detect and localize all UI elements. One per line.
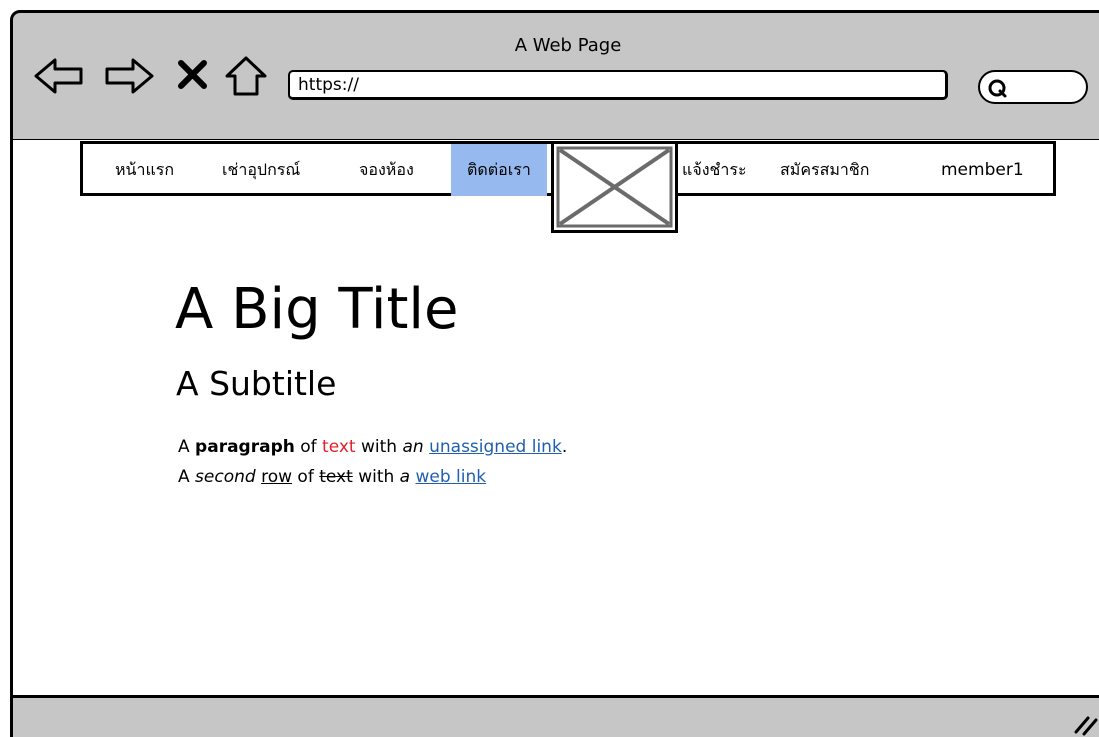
browser-window: A Web Page https:// หน้าแรก เช่าอุปกรณ์ … [0,0,1099,737]
italic-text: an [402,437,424,457]
text-fragment: A [178,467,190,487]
search-icon [988,79,1007,98]
forward-arrow-icon[interactable] [103,56,155,96]
text-fragment: with [358,467,395,487]
search-field[interactable] [978,70,1088,104]
nav-item-home[interactable]: หน้าแรก [115,144,174,196]
text-fragment: of [300,437,317,457]
nav-item-member[interactable]: member1 [941,144,1024,196]
page-title: A Big Title [175,277,459,342]
underlined-text: row [261,467,293,487]
paragraph: A paragraph of text with an unassigned l… [178,432,567,492]
page-subtitle: A Subtitle [176,364,337,403]
text-fragment: of [297,467,314,487]
red-text: text [322,437,356,457]
unassigned-link[interactable]: unassigned link [429,437,562,457]
back-arrow-icon[interactable] [33,56,85,96]
address-bar[interactable]: https:// [288,70,948,100]
nav-item-contact[interactable]: ติดต่อเรา [451,144,547,196]
italic-text: a [399,467,411,487]
image-placeholder-icon [556,146,673,228]
resize-grip-icon[interactable] [1070,710,1099,736]
window-title: A Web Page [514,35,622,56]
web-link[interactable]: web link [416,467,487,487]
status-bar [10,695,1099,737]
home-icon[interactable] [223,54,269,98]
image-placeholder [551,141,678,233]
text-fragment: . [561,437,568,457]
italic-text: second [195,467,256,487]
nav-item-rent-equipment[interactable]: เช่าอุปกรณ์ [222,144,300,196]
nav-item-payment[interactable]: แจ้งชำระ [682,144,747,196]
text-fragment: with [361,437,398,457]
nav-item-register[interactable]: สมัครสมาชิก [780,144,869,196]
paragraph-line-2: A second row of text with a web link [178,462,567,492]
paragraph-line-1: A paragraph of text with an unassigned l… [178,432,567,462]
strikethrough-text: text [319,467,353,487]
text-fragment: A [178,437,190,457]
close-x-icon[interactable] [176,58,210,92]
nav-item-book-room[interactable]: จองห้อง [359,144,414,196]
bold-text: paragraph [195,437,295,457]
